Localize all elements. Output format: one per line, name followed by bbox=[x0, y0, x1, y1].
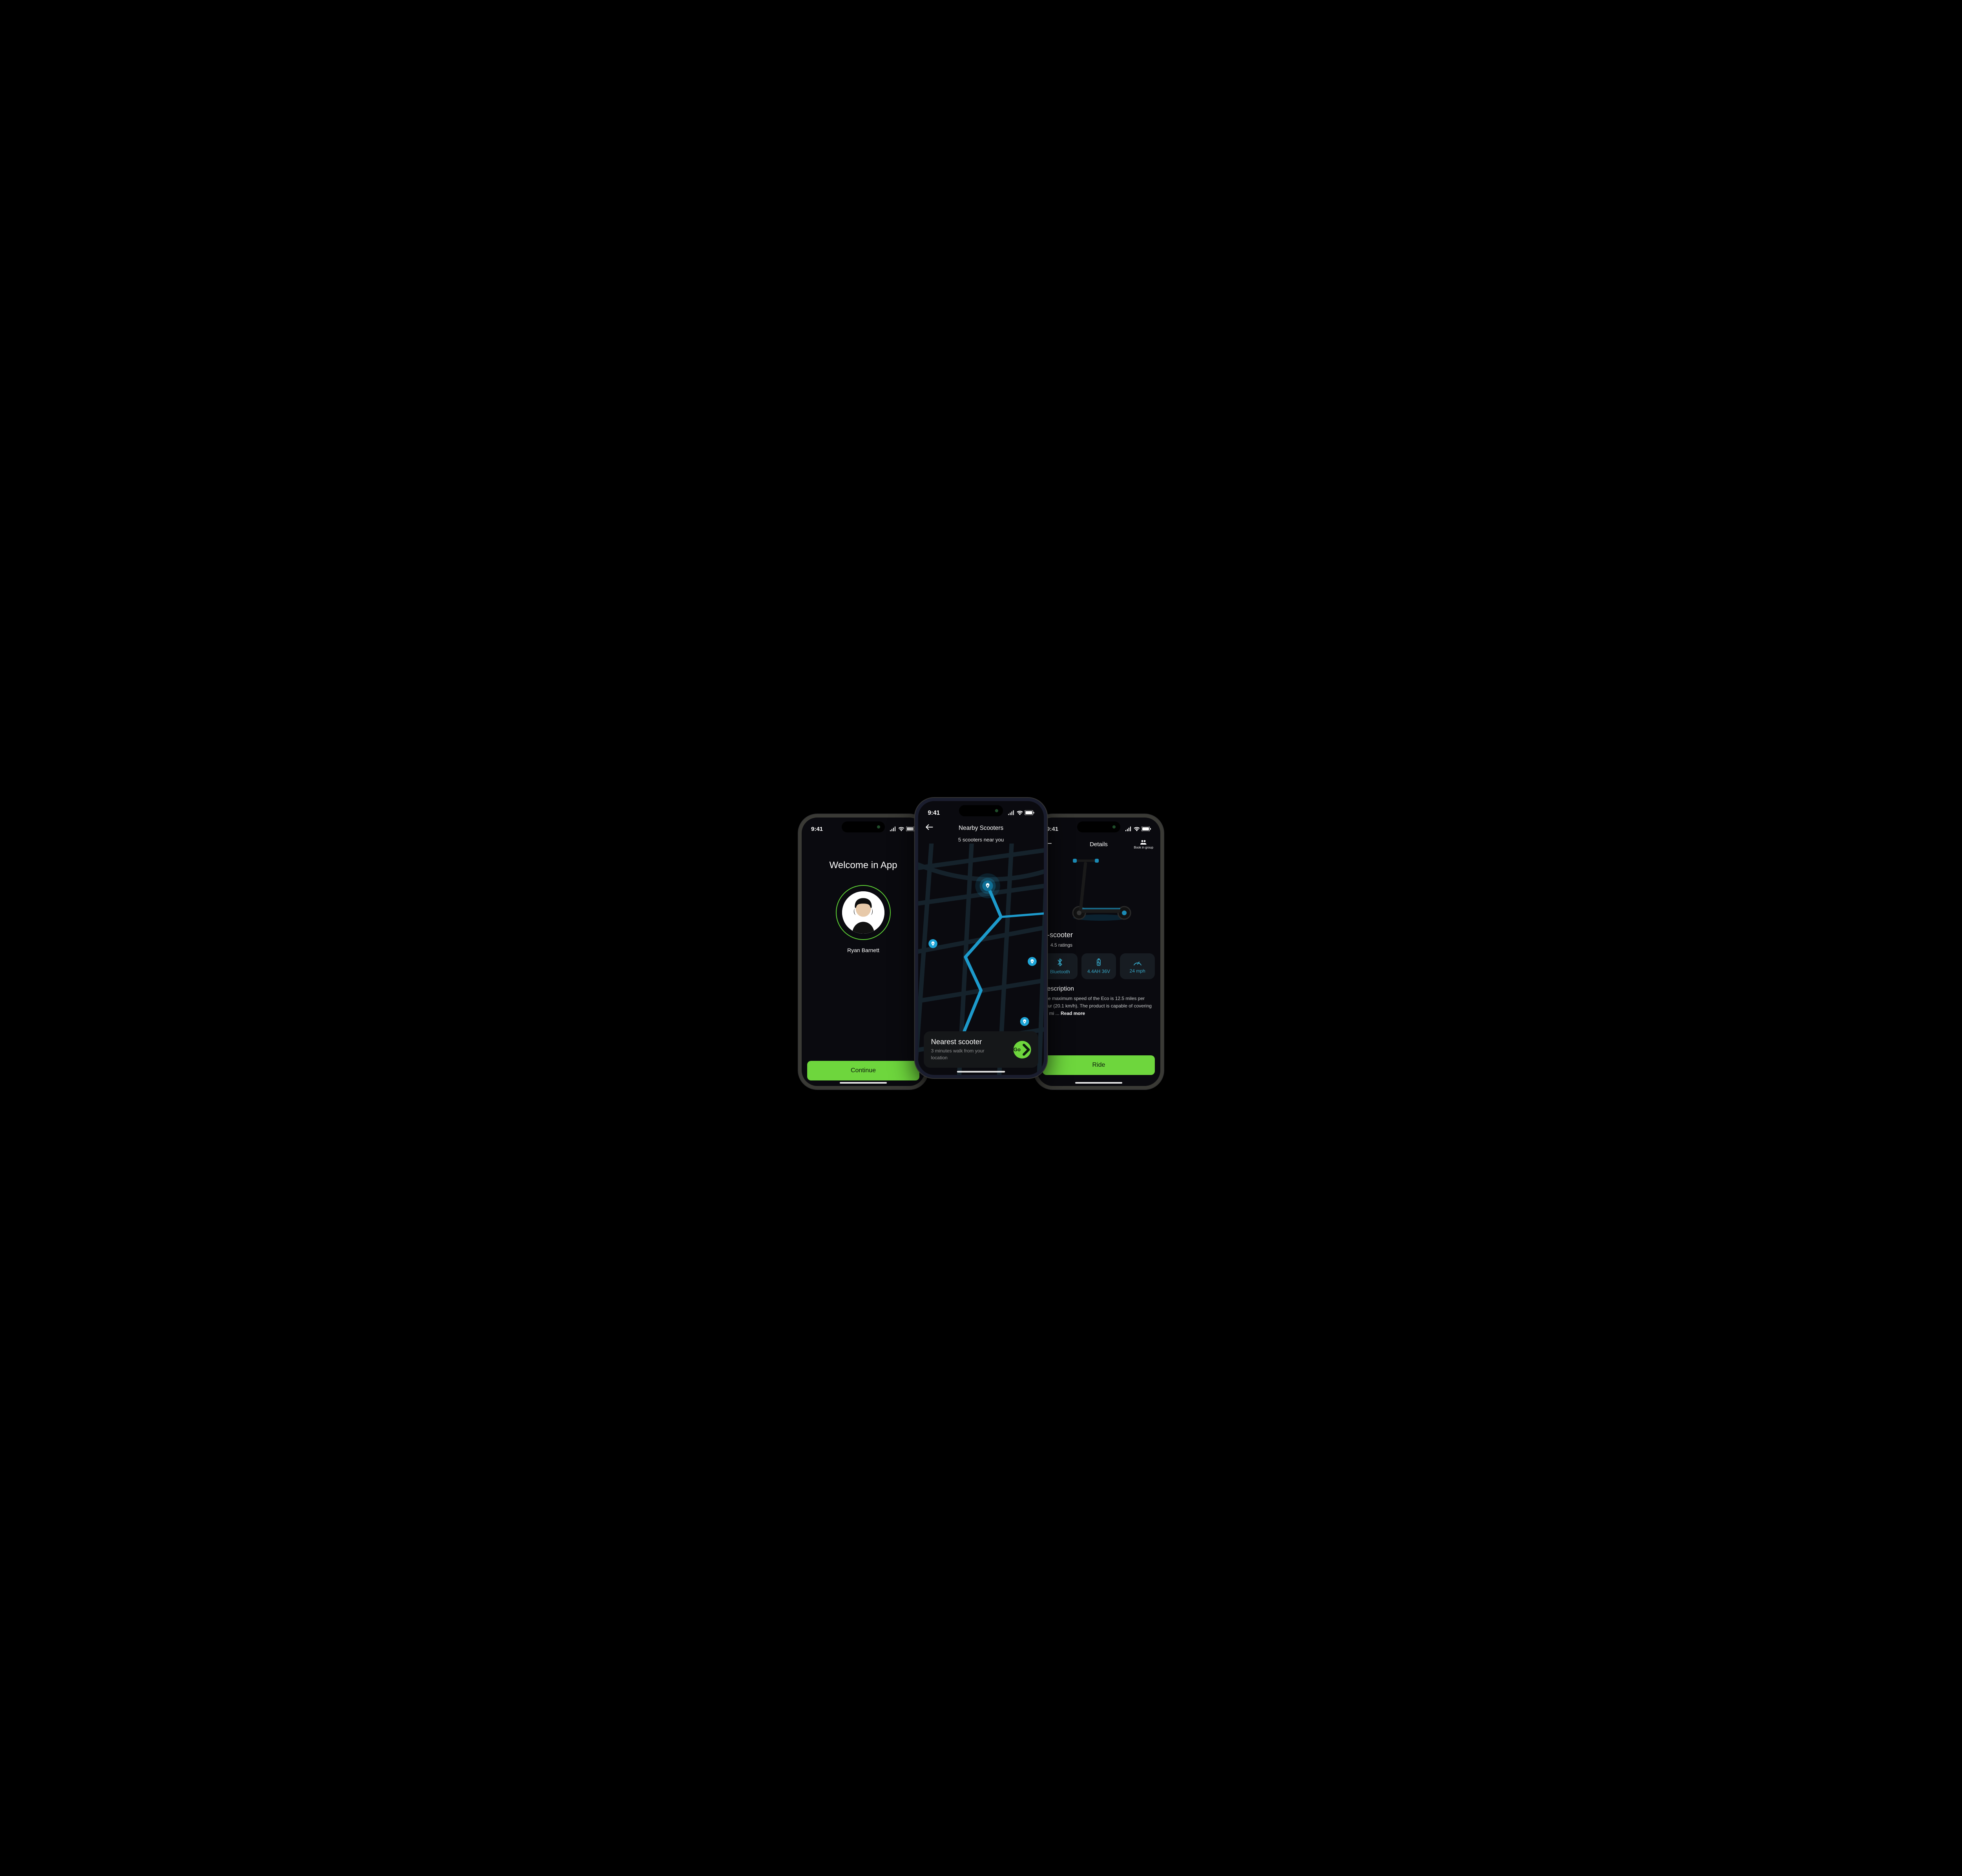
nearest-scooter-card: Nearest scooter 3 minutes walk from your… bbox=[924, 1031, 1038, 1068]
arrow-left-icon bbox=[925, 824, 933, 830]
signal-icon bbox=[890, 827, 897, 831]
description-title: Description bbox=[1043, 985, 1155, 993]
wifi-icon bbox=[1134, 827, 1140, 831]
product-name: E-scooter bbox=[1043, 931, 1155, 939]
home-indicator[interactable] bbox=[957, 1071, 1005, 1073]
signal-icon bbox=[1008, 810, 1015, 815]
book-group-button[interactable]: Book in group bbox=[1134, 839, 1153, 849]
spec-bluetooth: Bluetooth bbox=[1043, 953, 1078, 979]
battery-icon bbox=[906, 827, 915, 831]
spec-battery: 4.4AH 36V bbox=[1081, 953, 1116, 979]
status-time: 9:41 bbox=[928, 809, 940, 816]
phone-welcome: 9:41 Welcome in App Ryan Barne bbox=[799, 814, 928, 1089]
map[interactable]: Nearest scooter 3 minutes walk from your… bbox=[918, 843, 1044, 1075]
status-icons bbox=[1125, 827, 1151, 831]
go-button[interactable]: Go bbox=[1014, 1041, 1031, 1058]
spec-label: Bluetooth bbox=[1050, 969, 1070, 974]
home-indicator[interactable] bbox=[1075, 1082, 1122, 1084]
nearest-card-title: Nearest scooter bbox=[931, 1038, 999, 1046]
chevron-right-icon bbox=[1021, 1041, 1031, 1058]
user-name: Ryan Barnett bbox=[847, 947, 879, 953]
wifi-icon bbox=[1017, 810, 1023, 815]
go-label: Go bbox=[1014, 1047, 1021, 1053]
dynamic-island bbox=[1077, 821, 1120, 832]
group-icon bbox=[1140, 839, 1147, 845]
home-indicator[interactable] bbox=[840, 1082, 887, 1084]
spec-label: 24 mph bbox=[1130, 968, 1145, 974]
battery-icon bbox=[1025, 810, 1034, 815]
ride-button[interactable]: Ride bbox=[1043, 1055, 1155, 1075]
spec-label: 4.4AH 36V bbox=[1087, 969, 1110, 974]
welcome-title: Welcome in App bbox=[830, 860, 897, 871]
phone-details: 9:41 Details Book in group bbox=[1034, 814, 1163, 1089]
back-button[interactable] bbox=[925, 823, 933, 832]
scooter-pin[interactable] bbox=[1028, 957, 1037, 966]
wifi-icon bbox=[898, 827, 904, 831]
screen-title: Nearby Scooters bbox=[959, 825, 1003, 831]
status-time: 9:41 bbox=[1047, 826, 1058, 832]
read-more-link[interactable]: Read more bbox=[1061, 1011, 1085, 1016]
nearby-subtitle: 5 scooters near you bbox=[918, 834, 1044, 843]
scooter-pin[interactable] bbox=[928, 939, 937, 948]
signal-icon bbox=[1125, 827, 1132, 831]
battery-icon bbox=[1141, 827, 1151, 831]
rating-row: 4.5 ratings bbox=[1043, 942, 1155, 948]
battery-spec-icon bbox=[1096, 958, 1101, 966]
description-text: The maximum speed of the Eco is 12.5 mil… bbox=[1043, 995, 1155, 1018]
spec-speed: 24 mph bbox=[1120, 953, 1155, 979]
bluetooth-icon bbox=[1056, 958, 1063, 967]
nearest-card-subtitle: 3 minutes walk from your location bbox=[931, 1048, 999, 1061]
status-icons bbox=[890, 827, 915, 831]
status-icons bbox=[1008, 810, 1034, 815]
phone-nearby: 9:41 Nearby Scooters 5 scooters near you bbox=[915, 798, 1047, 1078]
scooter-pin[interactable] bbox=[1020, 1017, 1029, 1026]
status-time: 9:41 bbox=[811, 826, 823, 832]
dynamic-island bbox=[842, 821, 885, 832]
dynamic-island bbox=[959, 805, 1003, 816]
rating-text: 4.5 ratings bbox=[1050, 942, 1072, 948]
avatar[interactable] bbox=[842, 891, 884, 934]
continue-button[interactable]: Continue bbox=[807, 1061, 919, 1080]
speedometer-icon bbox=[1133, 959, 1142, 966]
product-image bbox=[1043, 851, 1155, 929]
screen-title: Details bbox=[1090, 841, 1108, 848]
avatar-ring bbox=[836, 885, 891, 940]
book-group-label: Book in group bbox=[1134, 846, 1153, 849]
